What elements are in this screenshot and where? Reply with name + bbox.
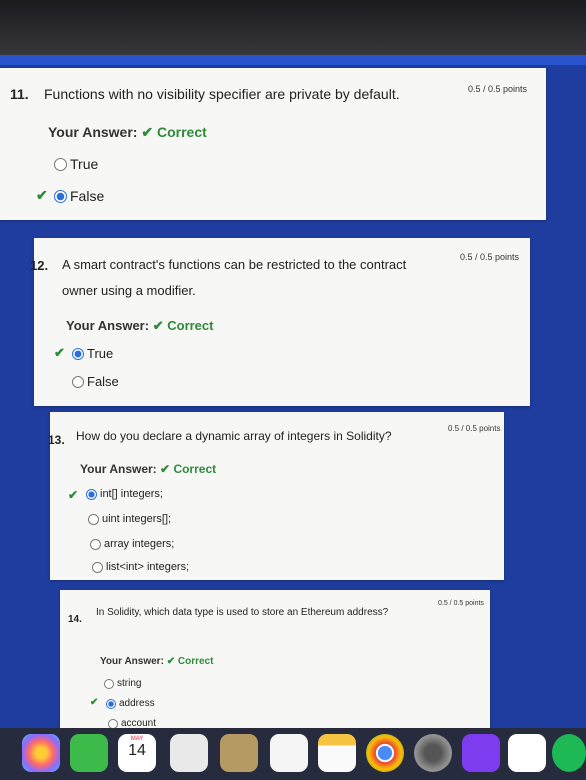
points-label: 0.5 / 0.5 points bbox=[468, 84, 528, 94]
question-card-13: 13. How do you declare a dynamic array o… bbox=[48, 412, 504, 580]
option-false[interactable]: False bbox=[54, 188, 104, 204]
radio-unselected[interactable] bbox=[54, 157, 67, 171]
calendar-icon[interactable]: MAY 14 bbox=[118, 734, 156, 772]
spotify-icon[interactable] bbox=[552, 734, 586, 772]
question-card-11: 11. Functions with no visibility specifi… bbox=[0, 68, 546, 220]
your-answer-label: Your Answer: ✔ Correct bbox=[48, 124, 207, 140]
header-strip bbox=[0, 55, 586, 65]
calendar-day: 14 bbox=[128, 742, 146, 759]
radio-unselected[interactable] bbox=[92, 561, 103, 573]
your-answer-label: Your Answer: ✔ Correct bbox=[66, 318, 214, 333]
radio-selected[interactable] bbox=[86, 488, 97, 500]
question-text: In Solidity, which data type is used to … bbox=[96, 607, 389, 618]
points-label: 0.5 / 0.5 points bbox=[448, 424, 501, 433]
correct-check-icon: ✔ bbox=[36, 187, 48, 203]
photos-icon[interactable] bbox=[22, 734, 60, 772]
check-icon: ✔ bbox=[152, 318, 164, 333]
radio-unselected[interactable] bbox=[108, 718, 118, 729]
question-text: Functions with no visibility specifier a… bbox=[44, 86, 400, 102]
points-label: 0.5 / 0.5 points bbox=[460, 252, 520, 262]
chrome-icon[interactable] bbox=[366, 734, 404, 772]
question-number: 14. bbox=[68, 614, 82, 625]
your-answer-label: Your Answer: ✔ Correct bbox=[100, 656, 214, 667]
option-array[interactable]: array integers; bbox=[90, 538, 174, 550]
radio-unselected[interactable] bbox=[72, 375, 84, 388]
option-true[interactable]: True bbox=[54, 156, 98, 172]
facetime-icon[interactable] bbox=[70, 734, 108, 772]
option-false[interactable]: False bbox=[72, 374, 119, 389]
notes-icon[interactable] bbox=[318, 734, 356, 772]
correct-check-icon: ✔ bbox=[54, 345, 65, 360]
check-icon: ✔ bbox=[160, 462, 171, 476]
radio-unselected[interactable] bbox=[90, 538, 101, 550]
radio-unselected[interactable] bbox=[88, 513, 99, 525]
question-number: 13. bbox=[48, 433, 65, 447]
vscode-icon[interactable] bbox=[508, 734, 546, 772]
check-icon: ✔ bbox=[166, 656, 176, 667]
option-int-array[interactable]: int[] integers; bbox=[86, 488, 163, 500]
question-number: 11. bbox=[10, 86, 29, 102]
points-label: 0.5 / 0.5 points bbox=[438, 600, 484, 607]
github-icon[interactable] bbox=[462, 734, 500, 772]
option-address[interactable]: address bbox=[106, 698, 155, 709]
radio-selected[interactable] bbox=[72, 347, 84, 360]
question-text: A smart contract's functions can be rest… bbox=[62, 257, 407, 298]
your-answer-label: Your Answer: ✔ Correct bbox=[80, 462, 217, 476]
top-bar bbox=[0, 0, 586, 62]
question-card-12: 12. A smart contract's functions can be … bbox=[30, 238, 530, 406]
radio-unselected[interactable] bbox=[104, 678, 114, 689]
question-card-14: 14. In Solidity, which data type is used… bbox=[60, 590, 490, 729]
option-uint-array[interactable]: uint integers[]; bbox=[88, 513, 171, 525]
notes-tan-icon[interactable] bbox=[220, 734, 258, 772]
reminders-icon[interactable] bbox=[270, 734, 308, 772]
option-true[interactable]: True bbox=[72, 346, 113, 361]
option-string[interactable]: string bbox=[104, 678, 141, 689]
correct-check-icon: ✔ bbox=[68, 488, 79, 502]
option-list[interactable]: list<int> integers; bbox=[92, 561, 189, 573]
settings-icon[interactable] bbox=[414, 734, 452, 772]
check-icon: ✔ bbox=[141, 124, 154, 140]
question-text: How do you declare a dynamic array of in… bbox=[76, 429, 392, 443]
freeform-icon[interactable] bbox=[170, 734, 208, 772]
radio-selected[interactable] bbox=[106, 698, 116, 709]
question-number: 12. bbox=[30, 258, 49, 273]
correct-check-icon: ✔ bbox=[90, 697, 99, 708]
radio-selected[interactable] bbox=[54, 189, 67, 203]
